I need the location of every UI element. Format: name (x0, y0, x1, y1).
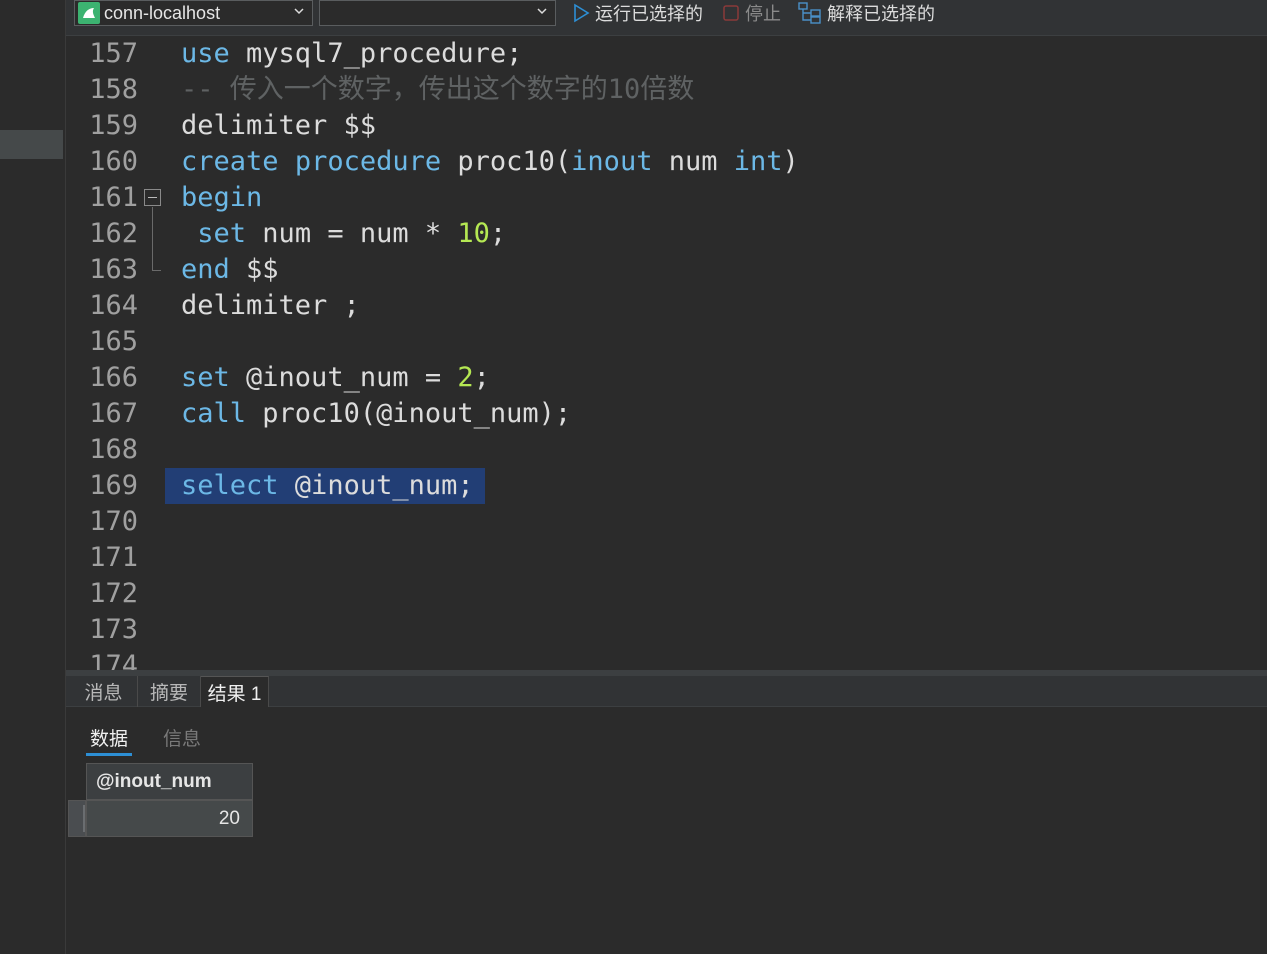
line-number: 162 (89, 218, 138, 249)
line-number: 158 (89, 74, 138, 105)
subtab-info[interactable]: 信息 (163, 724, 201, 751)
code-text: end $$ (181, 254, 279, 285)
code-line[interactable]: 172 (66, 576, 1267, 612)
code-line[interactable]: 158 -- 传入一个数字，传出这个数字的10倍数 (66, 72, 1267, 108)
code-line[interactable]: 167 call proc10(@inout_num); (66, 396, 1267, 432)
line-number: 165 (89, 326, 138, 357)
line-number: 168 (89, 434, 138, 465)
code-line[interactable]: 162 set num = num * 10; (66, 216, 1267, 252)
line-number: 161 (89, 182, 138, 213)
results-tabbar: 消息 摘要 结果 1 (66, 676, 1267, 707)
play-icon (572, 3, 590, 23)
code-text: delimiter ; (181, 290, 360, 321)
code-text: select @inout_num; (181, 470, 474, 501)
line-number: 157 (89, 38, 138, 69)
line-number: 159 (89, 110, 138, 141)
line-number: 167 (89, 398, 138, 429)
code-line[interactable]: 170 (66, 504, 1267, 540)
code-text: set @inout_num = 2; (181, 362, 490, 393)
connection-label: conn-localhost (104, 2, 221, 23)
code-text: call proc10(@inout_num); (181, 398, 572, 429)
line-number: 164 (89, 290, 138, 321)
tab-messages[interactable]: 消息 (70, 676, 138, 707)
code-line[interactable]: 161 begin (66, 180, 1267, 216)
code-line[interactable]: 173 (66, 612, 1267, 648)
mysql-connection-icon (78, 2, 100, 24)
line-number: 174 (89, 650, 138, 670)
table-cell[interactable]: 20 (86, 800, 253, 837)
run-selected-button[interactable]: 运行已选择的 (572, 0, 703, 26)
line-number: 170 (89, 506, 138, 537)
code-line[interactable]: 157 use mysql7_procedure; (66, 36, 1267, 72)
toolbar: conn-localhost 运行已选择的 停止 解释已选择的 (66, 0, 1267, 36)
code-text: -- 传入一个数字，传出这个数字的10倍数 (181, 74, 695, 105)
subtab-data[interactable]: 数据 (85, 724, 133, 756)
code-line[interactable]: 165 (66, 324, 1267, 360)
line-number: 172 (89, 578, 138, 609)
code-line[interactable]: 168 (66, 432, 1267, 468)
line-number: 166 (89, 362, 138, 393)
code-line[interactable]: 169 select @inout_num; (66, 468, 1267, 504)
code-line[interactable]: 166 set @inout_num = 2; (66, 360, 1267, 396)
connection-select[interactable]: conn-localhost (74, 0, 313, 26)
row-selector[interactable] (68, 800, 86, 837)
code-line[interactable]: 159 delimiter $$ (66, 108, 1267, 144)
explain-tree-icon (798, 2, 822, 24)
line-number: 160 (89, 146, 138, 177)
database-select[interactable] (319, 0, 556, 26)
result-grid: @inout_num 20 (66, 763, 1267, 954)
stop-button[interactable]: 停止 (722, 0, 781, 26)
tab-summary[interactable]: 摘要 (138, 676, 201, 707)
column-header[interactable]: @inout_num (86, 763, 253, 800)
code-text: begin (181, 182, 263, 213)
line-number: 169 (89, 470, 138, 501)
line-number: 163 (89, 254, 138, 285)
sidebar-selected-item[interactable] (0, 130, 63, 159)
code-text: delimiter $$ (181, 110, 377, 141)
code-text: create procedure proc10(inout num int) (181, 146, 799, 177)
code-line[interactable]: 164 delimiter ; (66, 288, 1267, 324)
code-line[interactable]: 160 create procedure proc10(inout num int… (66, 144, 1267, 180)
line-number: 173 (89, 614, 138, 645)
grid-corner (68, 763, 86, 800)
stop-icon (722, 4, 740, 22)
result-subtabs: 数据 信息 (66, 707, 1267, 763)
code-text: use mysql7_procedure; (181, 38, 523, 69)
code-line[interactable]: 171 (66, 540, 1267, 576)
sql-editor[interactable]: 157 use mysql7_procedure; 158 -- 传入一个数字，传出这… (66, 36, 1267, 670)
chevron-down-icon (294, 8, 304, 15)
left-sidebar (0, 0, 66, 954)
code-line[interactable]: 174 (66, 648, 1267, 670)
explain-selected-button[interactable]: 解释已选择的 (798, 0, 935, 26)
tab-result-1[interactable]: 结果 1 (201, 676, 269, 707)
code-text: set num = num * 10; (197, 218, 507, 249)
chevron-down-icon (537, 8, 547, 15)
stop-label: 停止 (745, 4, 781, 24)
run-selected-label: 运行已选择的 (595, 4, 703, 24)
code-line[interactable]: 163 end $$ (66, 252, 1267, 288)
line-number: 171 (89, 542, 138, 573)
explain-selected-label: 解释已选择的 (827, 4, 935, 24)
